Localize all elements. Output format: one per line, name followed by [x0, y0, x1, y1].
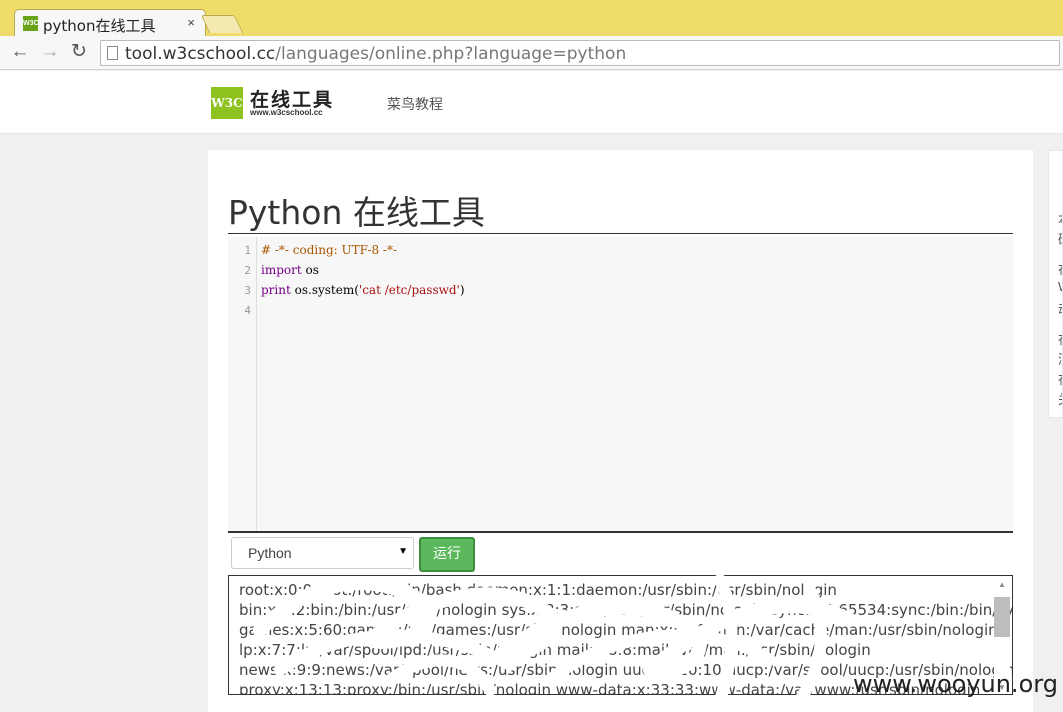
line-number: 2	[244, 264, 251, 277]
browser-tab-active[interactable]: W3C python在线工具 ×	[14, 9, 206, 37]
nav-link-runoob[interactable]: 菜鸟教程	[387, 94, 443, 114]
redaction-scribble	[253, 574, 857, 706]
language-select-value: Python	[248, 545, 292, 561]
url-path: /languages/online.php?language=python	[275, 44, 627, 64]
line-number: 4	[244, 304, 251, 317]
caret-down-icon: ▼	[398, 546, 408, 557]
code-string: 'cat /etc/passwd'	[358, 283, 460, 297]
site-favicon-icon: W3C	[23, 16, 39, 31]
page-title: Python 在线工具	[228, 193, 485, 232]
code-line-3[interactable]: print os.system('cat /etc/passwd')	[261, 283, 465, 297]
line-number-gutter: 1 2 3 4	[228, 237, 257, 531]
code-text: os.system(	[290, 283, 359, 297]
site-header: W3C 在线工具 www.w3cschool.cc 菜鸟教程	[0, 71, 1063, 134]
forward-arrow-icon[interactable]: →	[38, 40, 62, 64]
scroll-up-icon[interactable]: ▲	[998, 580, 1006, 589]
code-text: )	[459, 283, 465, 297]
code-line-2[interactable]: import os	[261, 263, 319, 277]
tab-close-icon[interactable]: ×	[187, 15, 195, 30]
side-text: 动	[1058, 299, 1062, 318]
code-text: os	[301, 263, 319, 277]
code-comment: # -*- coding: UTF-8 -*-	[261, 243, 398, 257]
back-arrow-icon[interactable]: ←	[8, 40, 32, 64]
side-panel: 本 硕 在 W 动 在 测 在 关	[1048, 150, 1063, 418]
side-text: 在	[1058, 259, 1062, 278]
address-bar[interactable]: tool.w3cschool.cc/languages/online.php?l…	[100, 40, 1060, 66]
code-keyword: import	[261, 263, 302, 277]
browser-tab-bar: W3C python在线工具 ×	[0, 0, 1063, 37]
side-text: 在	[1058, 329, 1062, 348]
title-divider	[228, 233, 1013, 234]
side-text: W	[1058, 279, 1062, 294]
reload-icon[interactable]: ↻	[67, 40, 91, 64]
url-text: tool.w3cschool.cc/languages/online.php?l…	[125, 44, 626, 64]
w3c-logo-icon[interactable]: W3C	[211, 87, 243, 119]
side-text: 关	[1058, 389, 1062, 408]
line-number: 1	[244, 244, 251, 257]
side-text: 测	[1058, 349, 1062, 368]
line-number: 3	[244, 284, 251, 297]
scroll-thumb[interactable]	[994, 597, 1010, 637]
code-editor[interactable]: 1 2 3 4 # -*- coding: UTF-8 -*- import o…	[228, 237, 1013, 531]
side-text: 在	[1058, 369, 1062, 388]
url-host: tool.w3cschool.cc	[125, 44, 276, 64]
side-text: 本	[1058, 209, 1062, 228]
page-icon	[107, 46, 118, 60]
side-text: 硕	[1058, 229, 1062, 248]
code-keyword: print	[261, 283, 291, 297]
logo-subtext: www.w3cschool.cc	[250, 108, 323, 117]
watermark-text: www.wooyun.org	[853, 670, 1058, 698]
browser-toolbar: ← → ↻ tool.w3cschool.cc/languages/online…	[0, 36, 1063, 70]
editor-divider	[228, 531, 1013, 533]
new-tab-button[interactable]	[200, 15, 244, 33]
code-line-1[interactable]: # -*- coding: UTF-8 -*-	[261, 243, 397, 257]
tab-title: python在线工具	[43, 17, 156, 35]
